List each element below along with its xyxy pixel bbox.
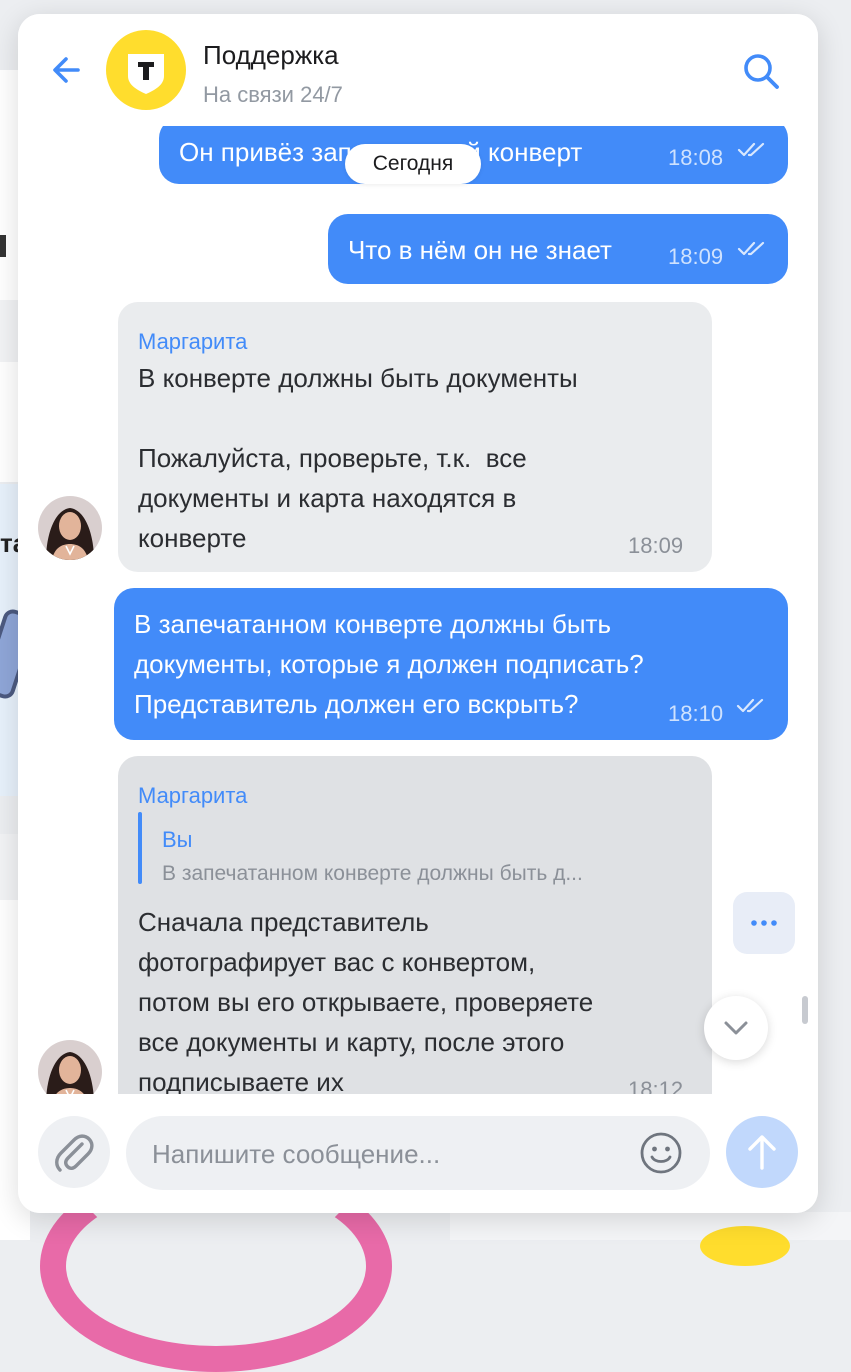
background-panel — [450, 1212, 851, 1240]
chat-status: На связи 24/7 — [203, 82, 343, 107]
double-check-icon — [737, 241, 765, 256]
double-check-icon — [737, 142, 765, 157]
bank-shield-logo — [128, 54, 164, 94]
incoming-message[interactable]: Маргарита В конверте должны быть докумен… — [118, 302, 712, 572]
reply-quote-bar — [138, 812, 142, 884]
double-check-icon — [736, 698, 764, 713]
ellipsis-icon — [751, 920, 777, 926]
support-logo — [106, 30, 186, 110]
message-composer — [18, 1094, 818, 1213]
back-button[interactable] — [48, 52, 84, 88]
person-photo — [38, 1040, 102, 1094]
background-decoration — [700, 1226, 790, 1266]
message-text: Сначала представитель фотографирует вас … — [138, 907, 594, 1094]
message-time: 18:09 — [628, 533, 684, 558]
support-chat-window: Поддержка На связи 24/7 Он привёз запеча… — [18, 14, 818, 1213]
send-button[interactable] — [726, 1116, 798, 1188]
message-sender: Маргарита — [138, 783, 248, 808]
message-input[interactable] — [150, 1116, 624, 1192]
chevron-down-icon — [724, 1021, 748, 1035]
smile-icon — [640, 1132, 682, 1174]
operator-avatar — [38, 1040, 102, 1094]
chat-title: Поддержка — [203, 40, 339, 70]
arrow-up-icon — [748, 1135, 776, 1170]
scroll-to-bottom-button[interactable] — [704, 996, 768, 1060]
attach-button[interactable] — [38, 1116, 110, 1188]
reply-preview: В запечатанном конверте должны быть д... — [162, 862, 583, 885]
search-icon — [744, 54, 779, 89]
person-photo — [38, 496, 102, 560]
message-input-wrapper — [126, 1116, 710, 1192]
message-list[interactable]: Он привёз запечатанный конверт 18:08 Сег… — [18, 126, 818, 1094]
chat-header: Поддержка На связи 24/7 — [18, 14, 818, 126]
emoji-button[interactable] — [638, 1130, 684, 1176]
date-divider: Сегодня — [345, 144, 481, 184]
paperclip-icon — [55, 1134, 94, 1172]
more-actions-button[interactable] — [733, 892, 795, 954]
message-text: В запечатанном конверте должны быть доку… — [134, 609, 644, 719]
message-text: В конверте должны быть документы Пожалуй… — [138, 363, 578, 553]
scrollbar-thumb[interactable] — [802, 996, 808, 1024]
message-time: 18:09 — [668, 244, 724, 269]
outgoing-message[interactable]: Что в нём он не знает 18:09 — [328, 214, 788, 284]
message-time: 18:08 — [668, 145, 724, 170]
background-text-fragment-mark — [0, 235, 6, 257]
arrow-left-icon — [53, 57, 80, 83]
outgoing-message[interactable]: В запечатанном конверте должны быть доку… — [114, 588, 788, 740]
message-text: Что в нём он не знает — [348, 235, 612, 265]
incoming-message[interactable]: Маргарита Вы В запечатанном конверте дол… — [118, 756, 712, 1094]
message-sender: Маргарита — [138, 329, 248, 354]
message-time: 18:10 — [668, 701, 724, 726]
search-button[interactable] — [740, 50, 782, 92]
message-time: 18:12 — [628, 1077, 684, 1094]
operator-avatar — [38, 496, 102, 560]
